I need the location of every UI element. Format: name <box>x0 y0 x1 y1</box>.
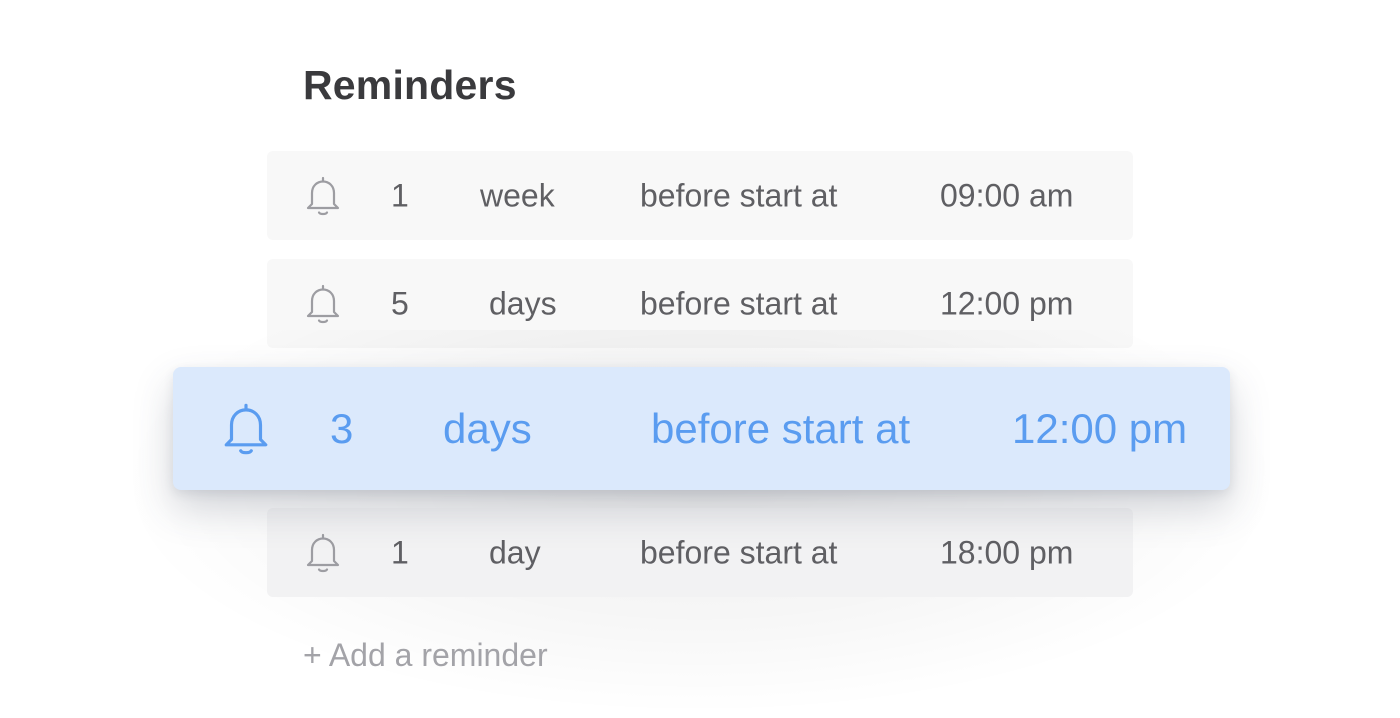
reminder-amount: 1 <box>391 534 409 570</box>
reminders-panel: Reminders 1 week before start at 09:00 a… <box>0 0 1400 718</box>
reminder-time: 18:00 pm <box>940 534 1074 570</box>
bell-icon <box>220 400 272 458</box>
reminder-relation: before start at <box>640 177 838 213</box>
reminder-unit: days <box>489 285 557 321</box>
reminder-amount: 3 <box>330 404 354 452</box>
reminder-relation: before start at <box>640 285 838 321</box>
reminder-time: 09:00 am <box>940 177 1074 213</box>
reminder-unit: week <box>480 177 555 213</box>
reminder-unit: day <box>489 534 541 570</box>
reminder-row[interactable]: 1 day before start at 18:00 pm <box>267 508 1133 597</box>
reminder-row[interactable]: 1 week before start at 09:00 am <box>267 151 1133 240</box>
bell-icon <box>304 174 342 218</box>
reminder-time: 12:00 pm <box>1012 404 1188 452</box>
reminder-relation: before start at <box>640 534 838 570</box>
reminder-time: 12:00 pm <box>940 285 1074 321</box>
reminder-row[interactable]: 5 days before start at 12:00 pm <box>267 259 1133 348</box>
page-title: Reminders <box>303 62 517 108</box>
bell-icon <box>304 531 342 575</box>
reminder-amount: 1 <box>391 177 409 213</box>
add-reminder-button[interactable]: + Add a reminder <box>303 637 548 674</box>
reminder-amount: 5 <box>391 285 409 321</box>
reminder-unit: days <box>443 404 532 452</box>
reminder-relation: before start at <box>651 404 911 452</box>
bell-icon <box>304 282 342 326</box>
reminder-row-dragging[interactable]: 3 days before start at 12:00 pm <box>173 367 1230 490</box>
